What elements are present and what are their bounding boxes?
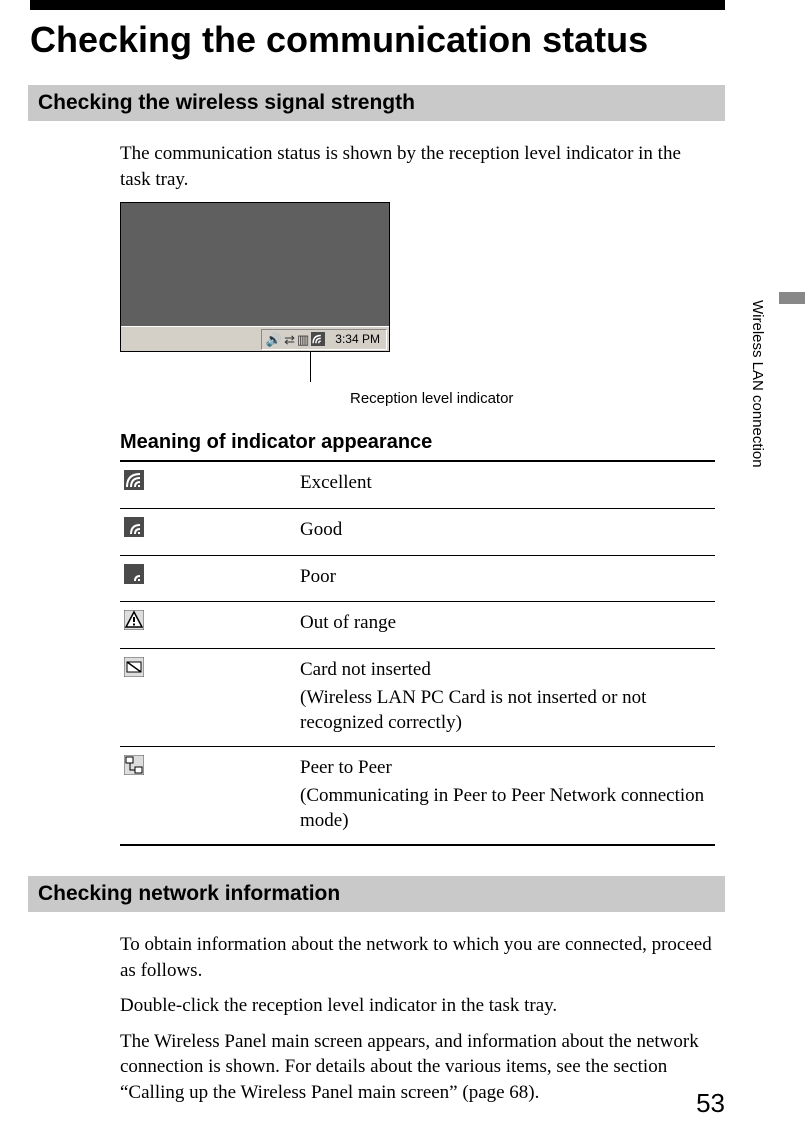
indicator-label: Poor [300, 564, 715, 590]
card-icon: ▥ [297, 333, 309, 346]
page-number: 53 [696, 1088, 725, 1119]
side-tab-label: Wireless LAN connection [749, 300, 766, 468]
indicator-label: Excellent [300, 470, 715, 496]
section-heading-signal: Checking the wireless signal strength [28, 85, 725, 121]
body-text: The Wireless Panel main screen appears, … [120, 1029, 715, 1106]
indicator-label: Card not inserted [300, 657, 715, 683]
indicator-label: Peer to Peer [300, 755, 715, 781]
side-tab: Wireless LAN connection [749, 300, 769, 540]
subheading-meaning: Meaning of indicator appearance [120, 431, 715, 454]
clock: 3:34 PM [335, 332, 380, 346]
system-tray: 🔊 ⇄ ▥ 3:34 PM [261, 329, 387, 350]
section-heading-network: Checking network information [28, 876, 725, 912]
table-row: Peer to Peer (Communicating in Peer to P… [120, 747, 715, 844]
link-icon: ⇄ [284, 333, 295, 346]
reception-level-indicator-icon[interactable] [311, 332, 325, 346]
indicator-label: Out of range [300, 610, 715, 636]
volume-icon: 🔊 [266, 333, 282, 346]
taskbar: 🔊 ⇄ ▥ 3:34 PM [121, 326, 389, 351]
callout-label: Reception level indicator [350, 390, 805, 407]
body-text: To obtain information about the network … [120, 932, 715, 983]
table-row: Poor [120, 556, 715, 603]
signal-excellent-icon [124, 470, 144, 490]
table-row: Good [120, 509, 715, 556]
signal-poor-icon [124, 564, 144, 584]
card-not-inserted-icon [124, 657, 144, 677]
callout [120, 358, 390, 390]
signal-good-icon [124, 517, 144, 537]
table-row: Excellent [120, 462, 715, 509]
indicator-sublabel: (Communicating in Peer to Peer Network c… [300, 783, 715, 834]
indicator-sublabel: (Wireless LAN PC Card is not inserted or… [300, 685, 715, 736]
table-row: Card not inserted (Wireless LAN PC Card … [120, 649, 715, 747]
peer-to-peer-icon [124, 755, 144, 775]
body-text: Double-click the reception level indicat… [120, 993, 715, 1019]
page-title: Checking the communication status [30, 18, 725, 61]
intro-text: The communication status is shown by the… [120, 141, 715, 192]
tasktray-figure: 🔊 ⇄ ▥ 3:34 PM [120, 202, 390, 352]
page-top-bar [30, 0, 725, 10]
indicator-label: Good [300, 517, 715, 543]
indicator-table: Excellent Good [120, 460, 715, 845]
table-row: Out of range [120, 602, 715, 649]
out-of-range-icon [124, 610, 144, 630]
